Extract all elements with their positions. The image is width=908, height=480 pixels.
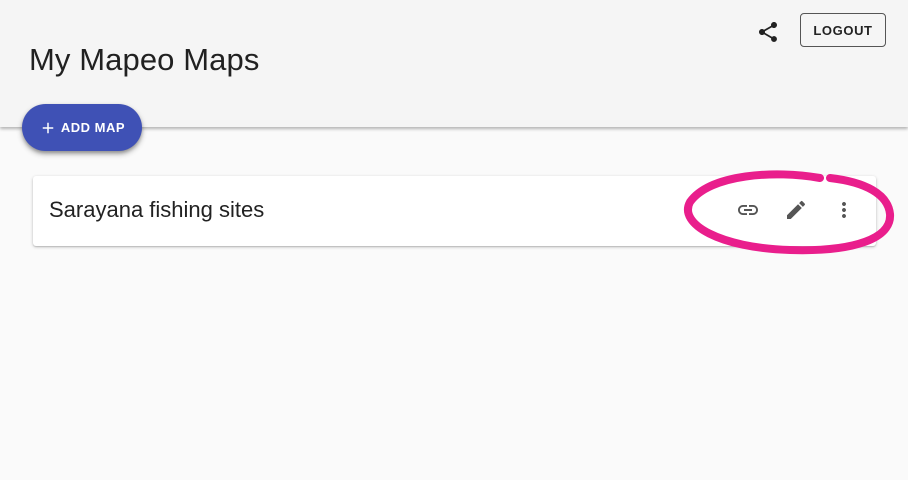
app-page: My Mapeo Maps LOGOUT ADD MAP Sarayana fi… [0, 0, 908, 480]
copy-link-button[interactable] [730, 192, 766, 228]
add-map-label: ADD MAP [60, 120, 126, 135]
more-options-button[interactable] [826, 192, 862, 228]
share-button[interactable] [752, 16, 784, 48]
edit-map-button[interactable] [778, 192, 814, 228]
map-list-item[interactable]: Sarayana fishing sites [33, 176, 876, 246]
plus-icon [39, 119, 57, 137]
page-title: My Mapeo Maps [29, 42, 260, 77]
share-icon [759, 22, 777, 42]
add-map-button[interactable]: ADD MAP [22, 104, 142, 151]
app-header: My Mapeo Maps LOGOUT [0, 0, 908, 127]
logout-button[interactable]: LOGOUT [800, 13, 886, 47]
pencil-icon [787, 200, 806, 219]
map-name: Sarayana fishing sites [49, 197, 265, 222]
link-icon [738, 205, 758, 215]
more-vertical-icon [842, 202, 846, 218]
